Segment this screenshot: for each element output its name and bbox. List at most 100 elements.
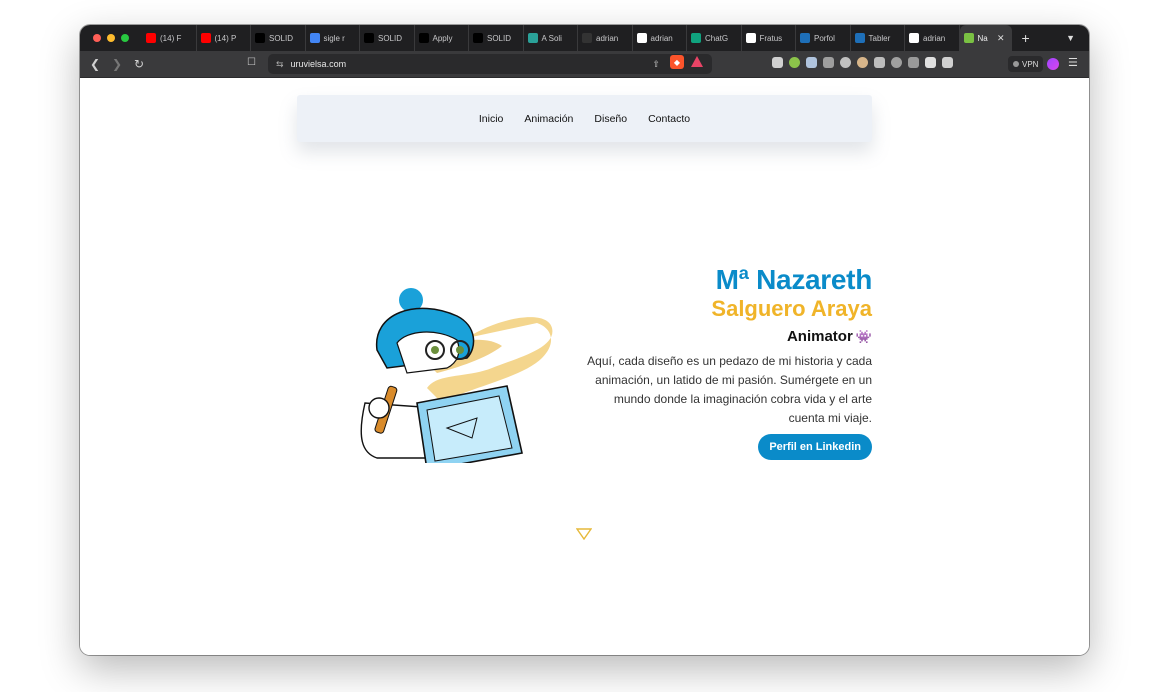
brave-shields-icon[interactable]: ◆	[670, 55, 684, 69]
close-window-button[interactable]	[93, 34, 101, 42]
browser-tab[interactable]: SOLID	[360, 25, 415, 51]
url-text[interactable]: uruvielsa.com	[291, 59, 347, 69]
hero-text-block: Mª Nazareth Salguero Araya Animator 👾 Aqu…	[572, 264, 872, 460]
extension-shield-icon[interactable]	[806, 57, 817, 68]
site-navigation: Inicio Animación Diseño Contacto	[297, 95, 872, 142]
nav-link-inicio[interactable]: Inicio	[479, 113, 504, 125]
extension-avatar-icon[interactable]	[857, 57, 868, 68]
browser-toolbar: ❮ ❯ ↻ ☐ ⇆ uruvielsa.com ⇧ ◆ VPN ☰	[80, 51, 1089, 78]
alien-monster-icon: 👾	[855, 329, 872, 344]
tab-label: adrian	[923, 33, 946, 43]
tab-label: Porfol	[814, 33, 835, 43]
minimize-window-button[interactable]	[107, 34, 115, 42]
google-icon	[309, 33, 320, 43]
github-icon	[745, 33, 756, 43]
hero-bio: Aquí, cada diseño es un pedazo de mi his…	[587, 354, 872, 425]
tab-label: Fratus	[759, 33, 783, 43]
browser-tab[interactable]: Apply	[415, 25, 469, 51]
tab-label: (14) P	[214, 33, 237, 43]
back-button[interactable]: ❮	[84, 57, 106, 71]
tab-strip: (14) F (14) P SOLID sigle r SOLID Apply SOLID A…	[80, 25, 1089, 51]
hero-name-line2: Salguero Araya	[711, 296, 872, 321]
menu-icon[interactable]: ☰	[1068, 56, 1078, 69]
hero-role-text: Animator	[786, 328, 853, 345]
extension-grammarly-icon[interactable]	[789, 57, 800, 68]
extensions-bar	[772, 57, 953, 68]
tab-label: adrian	[650, 33, 673, 43]
wallet-icon[interactable]	[942, 57, 953, 68]
vscode-icon	[800, 33, 810, 43]
extension-chat-icon[interactable]	[891, 57, 902, 68]
address-bar[interactable]: ⇆ uruvielsa.com ⇧	[268, 54, 712, 74]
tabs-list: (14) F (14) P SOLID sigle r SOLID Apply SOLID A…	[142, 25, 1012, 51]
nav-link-contacto[interactable]: Contacto	[648, 113, 690, 125]
browser-tab[interactable]: adrian	[905, 25, 960, 51]
window-controls	[80, 34, 142, 42]
github-icon	[636, 33, 647, 43]
browser-tab[interactable]: adrian	[578, 25, 633, 51]
vpn-status-icon	[1013, 61, 1019, 67]
chatgpt-icon	[691, 33, 701, 43]
brave-rewards-icon[interactable]	[691, 56, 703, 67]
page-viewport: Inicio Animación Diseño Contacto Mª Naza…	[80, 78, 1089, 655]
maximize-window-button[interactable]	[121, 34, 129, 42]
forward-button[interactable]: ❯	[106, 57, 128, 71]
medium-icon	[364, 33, 374, 43]
tab-label: ChatG	[705, 33, 729, 43]
profile-avatar[interactable]	[1047, 58, 1059, 70]
hero-name-line1: Mª Nazareth	[715, 264, 873, 295]
nav-link-diseno[interactable]: Diseño	[594, 113, 627, 125]
hero-role: Animator 👾	[572, 328, 872, 346]
browser-window: (14) F (14) P SOLID sigle r SOLID Apply SOLID A…	[80, 25, 1089, 655]
browser-tab[interactable]: Porfol	[796, 25, 851, 51]
site-favicon-icon	[963, 33, 974, 43]
browser-tab[interactable]: (14) P	[197, 25, 251, 51]
youtube-icon	[146, 33, 156, 43]
share-icon[interactable]: ⇧	[652, 59, 660, 70]
browser-tab[interactable]: SOLID	[251, 25, 306, 51]
extension-plugin-icon[interactable]	[874, 57, 885, 68]
extension-brush-icon[interactable]	[823, 57, 834, 68]
browser-tab[interactable]: SOLID	[469, 25, 524, 51]
vpn-button[interactable]: VPN	[1008, 56, 1044, 72]
tab-label: SOLID	[378, 33, 403, 43]
sidebar-toggle-icon[interactable]	[925, 57, 936, 68]
youtube-icon	[200, 33, 211, 43]
globe-icon	[527, 33, 538, 43]
extension-window-icon[interactable]	[772, 57, 783, 68]
tab-label: Na	[977, 33, 988, 43]
new-tab-button[interactable]: +	[1022, 30, 1030, 46]
reload-button[interactable]: ↻	[128, 57, 150, 71]
browser-tab[interactable]: Fratus	[742, 25, 796, 51]
bookmark-icon[interactable]: ☐	[247, 57, 256, 68]
github-icon	[582, 33, 592, 43]
browser-tab[interactable]: ChatG	[687, 25, 742, 51]
tab-label: sigle r	[323, 33, 345, 43]
tab-label: adrian	[596, 33, 619, 43]
browser-tab[interactable]: A Soli	[524, 25, 578, 51]
animator-illustration	[360, 288, 553, 463]
tab-label: (14) F	[160, 33, 182, 43]
tab-label: Tabler	[868, 33, 891, 43]
browser-tab[interactable]: Tabler	[851, 25, 905, 51]
linkedin-profile-button[interactable]: Perfil en Linkedin	[758, 434, 872, 460]
medium-icon	[255, 33, 265, 43]
browser-tab[interactable]: adrian	[633, 25, 687, 51]
github-icon	[909, 33, 919, 43]
tab-label: A Soli	[541, 33, 562, 43]
extension-gear-icon[interactable]	[840, 57, 851, 68]
browser-tab[interactable]: (14) F	[142, 25, 197, 51]
extension-puzzle-icon[interactable]	[908, 57, 919, 68]
browser-tab[interactable]: sigle r	[306, 25, 360, 51]
nav-link-animacion[interactable]: Animación	[524, 113, 573, 125]
tab-label: SOLID	[487, 33, 512, 43]
close-tab-icon[interactable]: ✕	[997, 33, 1005, 44]
medium-icon	[473, 33, 483, 43]
scroll-down-arrow-icon[interactable]	[576, 528, 592, 540]
browser-tab[interactable]: Na ✕	[959, 25, 1012, 51]
tab-overflow-chevron-icon[interactable]: ▼	[1066, 33, 1075, 43]
medium-icon	[418, 33, 429, 43]
site-settings-icon[interactable]: ⇆	[276, 59, 284, 70]
tab-label: SOLID	[269, 33, 294, 43]
vpn-label: VPN	[1022, 59, 1039, 69]
